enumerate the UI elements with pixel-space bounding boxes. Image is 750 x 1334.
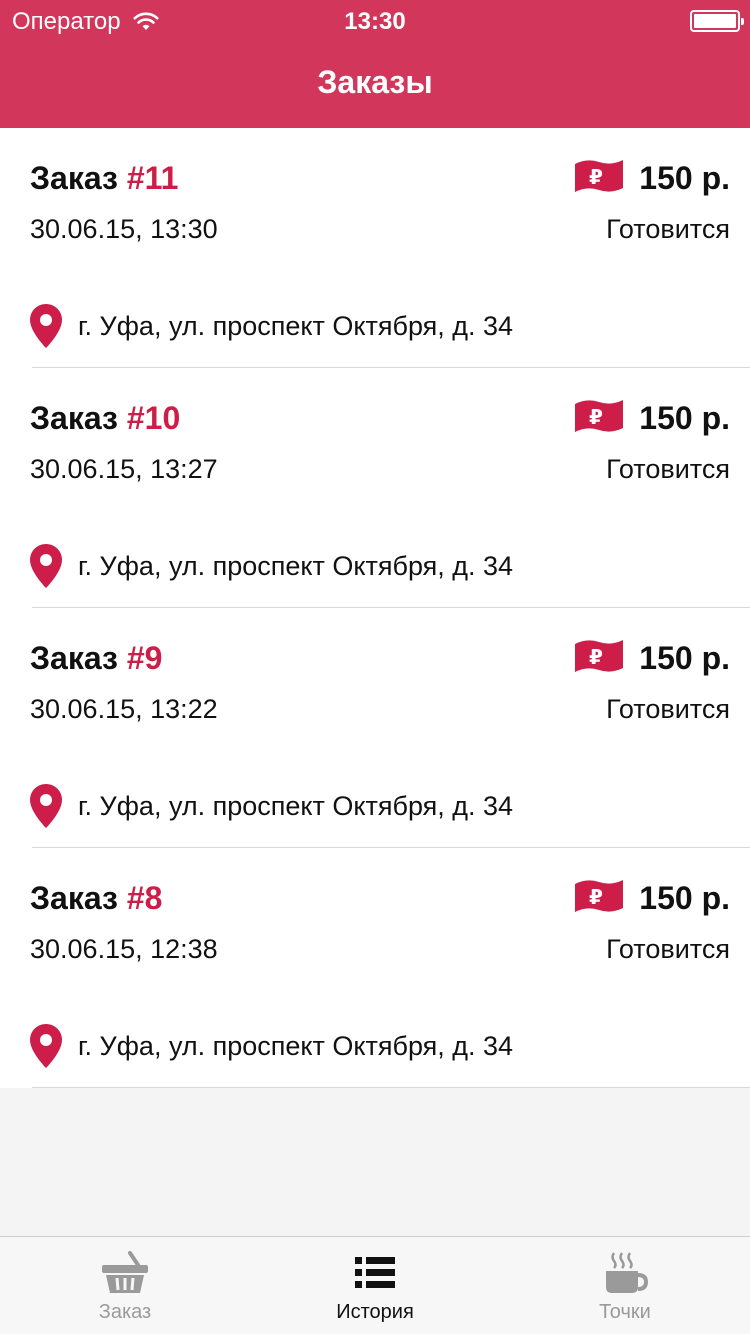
tab-points[interactable]: Точки	[500, 1237, 750, 1334]
order-number: #9	[126, 640, 163, 676]
order-date: 30.06.15, 13:27	[30, 454, 218, 484]
order-status: Готовится	[606, 454, 730, 484]
price-value: 150 р.	[639, 399, 730, 436]
order-address: г. Уфа, ул. проспект Октября, д. 34	[30, 1024, 513, 1068]
order-item[interactable]: Заказ #10 30.06.15, 13:27 ₽ 150 р. Готов…	[0, 368, 750, 608]
order-address: г. Уфа, ул. проспект Октября, д. 34	[30, 304, 513, 348]
order-price: ₽ 150 р.	[573, 638, 730, 678]
order-status: Готовится	[606, 694, 730, 724]
price-value: 150 р.	[639, 639, 730, 676]
address-text: г. Уфа, ул. проспект Октября, д. 34	[78, 1030, 514, 1061]
order-date: 30.06.15, 13:22	[30, 694, 218, 724]
order-item[interactable]: Заказ #11 30.06.15, 13:30 ₽ 150 р. Готов…	[0, 128, 750, 368]
basket-icon	[102, 1251, 148, 1293]
list-icon	[355, 1257, 395, 1288]
order-title: Заказ #10	[30, 400, 180, 437]
location-pin-icon	[30, 304, 62, 348]
order-status: Готовится	[606, 214, 730, 244]
svg-text:₽: ₽	[589, 885, 603, 909]
battery-icon	[690, 10, 744, 32]
order-label: Заказ	[30, 880, 118, 916]
page-title: Заказы	[317, 64, 433, 100]
address-text: г. Уфа, ул. проспект Октября, д. 34	[78, 310, 514, 341]
address-text: г. Уфа, ул. проспект Октября, д. 34	[78, 790, 514, 821]
order-price: ₽ 150 р.	[573, 878, 730, 918]
order-price: ₽ 150 р.	[573, 398, 730, 438]
status-bar: Оператор 13:30	[0, 0, 750, 40]
order-title: Заказ #9	[30, 640, 162, 677]
tab-order[interactable]: Заказ	[0, 1237, 250, 1334]
header: Оператор 13:30 Заказы	[0, 0, 750, 128]
location-pin-icon	[30, 544, 62, 588]
tab-label: Заказ	[98, 1301, 152, 1323]
price-value: 150 р.	[639, 159, 730, 196]
order-date: 30.06.15, 12:38	[30, 934, 218, 964]
ruble-flag-icon: ₽	[575, 400, 624, 432]
tab-label: Точки	[599, 1301, 651, 1323]
order-label: Заказ	[30, 160, 118, 196]
price-value: 150 р.	[639, 879, 730, 916]
order-number: #11	[126, 160, 179, 196]
address-text: г. Уфа, ул. проспект Октября, д. 34	[78, 550, 514, 581]
tab-bar: Заказ История Точки	[0, 1236, 750, 1334]
location-pin-icon	[30, 784, 62, 828]
order-label: Заказ	[30, 640, 118, 676]
order-status: Готовится	[606, 934, 730, 964]
order-number: #8	[126, 880, 163, 916]
svg-text:₽: ₽	[589, 405, 603, 429]
location-pin-icon	[30, 1024, 62, 1068]
order-item[interactable]: Заказ #8 30.06.15, 12:38 ₽ 150 р. Готови…	[0, 848, 750, 1088]
order-title: Заказ #11	[30, 160, 178, 197]
order-address: г. Уфа, ул. проспект Октября, д. 34	[30, 544, 513, 588]
orders-list: Заказ #11 30.06.15, 13:30 ₽ 150 р. Готов…	[0, 128, 750, 1088]
ruble-flag-icon: ₽	[575, 160, 624, 192]
order-item[interactable]: Заказ #9 30.06.15, 13:22 ₽ 150 р. Готови…	[0, 608, 750, 848]
ruble-flag-icon: ₽	[575, 640, 624, 672]
svg-text:₽: ₽	[589, 165, 603, 189]
coffee-cup-icon	[606, 1252, 649, 1293]
ruble-flag-icon: ₽	[575, 880, 624, 912]
order-label: Заказ	[30, 400, 118, 436]
order-address: г. Уфа, ул. проспект Октября, д. 34	[30, 784, 513, 828]
order-price: ₽ 150 р.	[573, 158, 730, 198]
tab-label: История	[336, 1301, 414, 1323]
order-date: 30.06.15, 13:30	[30, 214, 218, 244]
tab-history[interactable]: История	[250, 1237, 500, 1334]
svg-text:₽: ₽	[589, 645, 603, 669]
status-time: 13:30	[344, 8, 406, 35]
order-title: Заказ #8	[30, 880, 162, 917]
order-number: #10	[126, 400, 181, 436]
